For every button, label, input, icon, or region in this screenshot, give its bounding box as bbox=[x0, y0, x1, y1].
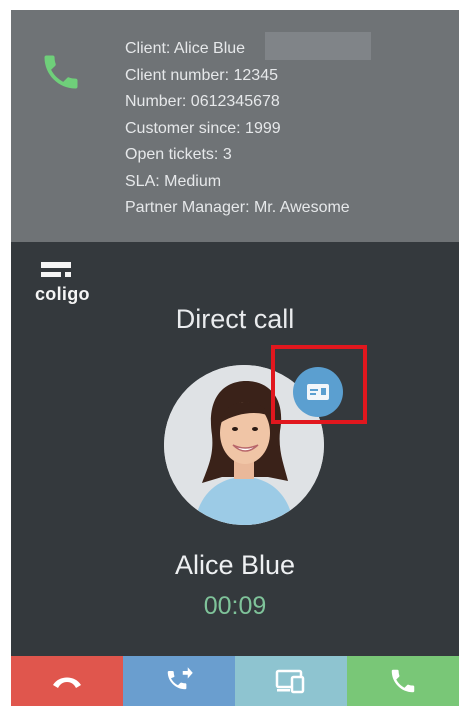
client-number-line: Client number: 12345 bbox=[125, 66, 278, 84]
redacted-block bbox=[265, 32, 371, 60]
call-type-label: Direct call bbox=[175, 304, 295, 334]
phone-number-line: Number: 0612345678 bbox=[125, 93, 280, 110]
hang-up-button[interactable] bbox=[11, 656, 123, 706]
highlight-annotation bbox=[271, 345, 367, 424]
hang-up-icon bbox=[53, 677, 81, 688]
call-action-bar bbox=[11, 656, 459, 706]
logo-mark bbox=[41, 262, 71, 277]
phone-icon bbox=[391, 669, 415, 693]
device-switch-button[interactable] bbox=[235, 656, 347, 706]
client-info-panel: Client: Alice Blue Client number: 12345 … bbox=[11, 10, 459, 242]
logo-text: coligo bbox=[35, 284, 90, 304]
customer-since-line: Customer since: 1999 bbox=[125, 119, 281, 137]
device-switch-icon bbox=[275, 669, 305, 694]
open-tickets-line: Open tickets: 3 bbox=[125, 146, 232, 163]
caller-name: Alice Blue bbox=[174, 550, 296, 580]
client-details: Client: Alice Blue Client number: 12345 … bbox=[125, 36, 350, 222]
transfer-button[interactable] bbox=[123, 656, 235, 706]
answer-button[interactable] bbox=[347, 656, 459, 706]
call-window: Client: Alice Blue Client number: 12345 … bbox=[11, 10, 459, 706]
phone-icon bbox=[44, 55, 78, 89]
call-transfer-icon bbox=[167, 667, 193, 690]
call-timer: 00:09 bbox=[203, 592, 267, 620]
sla-line: SLA: Medium bbox=[125, 172, 222, 190]
coligo-logo: coligo bbox=[35, 260, 99, 310]
partner-manager-line: Partner Manager: Mr. Awesome bbox=[125, 199, 350, 216]
